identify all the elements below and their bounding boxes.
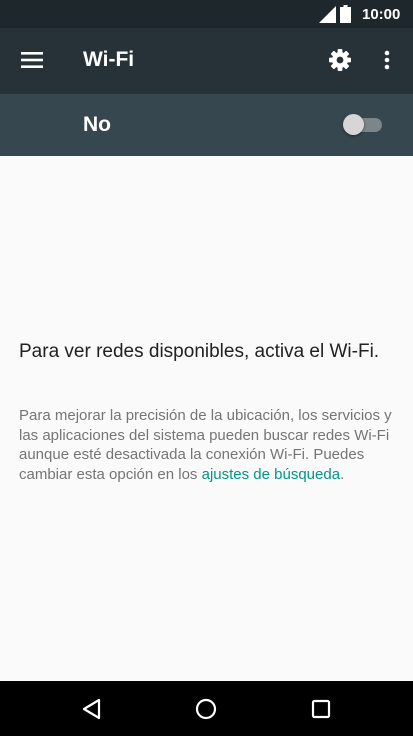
home-button[interactable] bbox=[189, 692, 223, 726]
scanning-settings-link[interactable]: ajustes de búsqueda bbox=[202, 466, 340, 483]
page-title: Wi-Fi bbox=[83, 48, 135, 71]
navigation-bar bbox=[0, 681, 413, 736]
description-period: . bbox=[340, 465, 345, 483]
battery-icon bbox=[340, 5, 351, 23]
back-button[interactable] bbox=[75, 692, 109, 726]
app-bar: Wi-Fi bbox=[0, 28, 413, 94]
menu-icon bbox=[21, 52, 43, 68]
wifi-toggle-bar[interactable]: No bbox=[0, 94, 413, 156]
settings-button[interactable] bbox=[322, 42, 358, 78]
back-icon bbox=[82, 698, 101, 720]
home-icon bbox=[195, 698, 217, 720]
recents-button[interactable] bbox=[304, 692, 338, 726]
wifi-toggle-label: No bbox=[83, 113, 111, 136]
recents-icon bbox=[311, 699, 331, 719]
wifi-off-headline: Para ver redes disponibles, activa el Wi… bbox=[19, 341, 380, 362]
wifi-switch[interactable] bbox=[342, 111, 384, 139]
wifi-scanning-description: Para mejorar la precisión de la ubicació… bbox=[19, 406, 395, 484]
wifi-off-content: Para ver redes disponibles, activa el Wi… bbox=[0, 156, 413, 681]
status-bar: 10:00 bbox=[0, 0, 413, 28]
menu-button[interactable] bbox=[14, 42, 50, 78]
switch-thumb bbox=[343, 114, 364, 135]
more-options-button[interactable] bbox=[372, 42, 402, 78]
more-vert-icon bbox=[384, 50, 390, 70]
settings-gear-icon bbox=[329, 49, 351, 71]
signal-icon bbox=[319, 6, 336, 23]
status-time: 10:00 bbox=[362, 6, 401, 23]
